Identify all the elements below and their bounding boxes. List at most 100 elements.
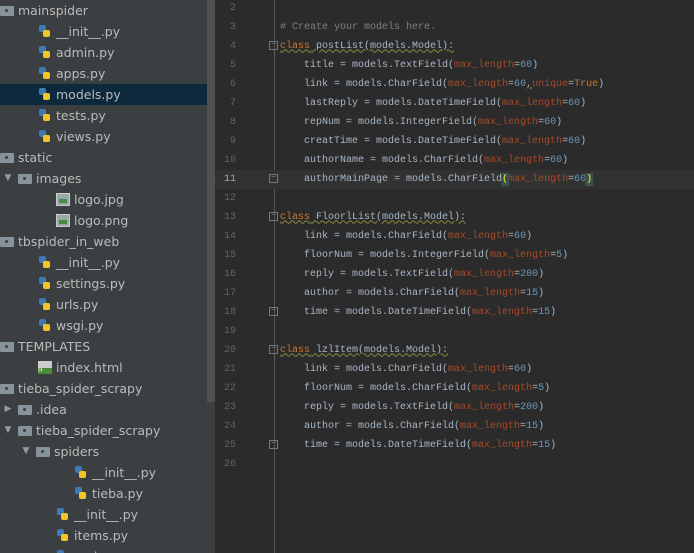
tree-item[interactable]: apps.py	[0, 63, 207, 84]
python-file-icon	[38, 24, 52, 38]
tree-item[interactable]: urls.py	[0, 294, 207, 315]
code-text: class FloorlList(models.Model):	[280, 208, 466, 227]
fold-icon[interactable]: −	[269, 306, 278, 316]
code-token: floorNum = models.CharField(	[280, 382, 473, 394]
tree-item[interactable]: tieba.py	[0, 483, 207, 504]
tree-item-label: items.py	[74, 527, 129, 543]
tree-item[interactable]: items.py	[0, 525, 207, 546]
code-line[interactable]: 11 − authorMainPage = models.CharField(ma…	[215, 169, 694, 189]
code-line[interactable]: 6 link = models.CharField(max_length=60,…	[215, 75, 694, 94]
folder-icon	[0, 384, 14, 394]
code-line[interactable]: 22 floorNum = models.CharField(max_lengt…	[215, 379, 694, 398]
tree-item[interactable]: views.py	[0, 126, 207, 147]
tree-item-label: models.py	[56, 86, 121, 102]
tree-item[interactable]: __init__.py	[0, 504, 207, 525]
code-line[interactable]: 23 reply = models.TextField(max_length=2…	[215, 398, 694, 417]
code-line[interactable]: 3 # Create your models here.	[215, 18, 694, 37]
fold-icon[interactable]: −	[269, 211, 278, 221]
python-file-icon	[56, 507, 70, 521]
tree-item[interactable]: tbspider_in_web	[0, 231, 207, 252]
line-number: 22	[223, 382, 236, 394]
code-line[interactable]: 24 author = models.CharField(max_length=…	[215, 417, 694, 436]
tree-item[interactable]: TEMPLATES	[0, 336, 207, 357]
tree-item[interactable]: tieba_spider_scrapy	[0, 378, 207, 399]
code-token: unique	[532, 78, 569, 90]
tree-item[interactable]: admin.py	[0, 42, 207, 63]
tree-item[interactable]: ▼ spiders	[0, 441, 207, 462]
code-line[interactable]: 5 title = models.TextField(max_length=60…	[215, 56, 694, 75]
tree-item[interactable]: index.html	[0, 357, 207, 378]
fold-icon[interactable]: −	[269, 344, 278, 354]
line-number: 8	[229, 116, 236, 128]
tree-item[interactable]: __init__.py	[0, 462, 207, 483]
code-line[interactable]: 19	[215, 322, 694, 341]
line-number: 7	[229, 97, 236, 109]
code-line[interactable]: 8 repNum = models.IntegerField(max_lengt…	[215, 113, 694, 132]
tree-item[interactable]: settings.py	[0, 273, 207, 294]
tree-item[interactable]: logo.jpg	[0, 189, 207, 210]
python-file-icon	[38, 297, 52, 311]
fold-icon[interactable]: −	[269, 40, 278, 50]
code-token: )	[562, 249, 569, 261]
code-token: )	[562, 154, 569, 166]
code-line[interactable]: 7 lastReply = models.DateTimeField(max_l…	[215, 94, 694, 113]
python-file-icon	[38, 108, 52, 122]
tree-item[interactable]: ▼ tieba_spider_scrapy	[0, 420, 207, 441]
code-line[interactable]: 18 − time = models.DateTimeField(max_leng…	[215, 303, 694, 322]
python-file-icon	[38, 276, 52, 290]
code-token: max_length	[454, 59, 515, 71]
code-text: repNum = models.IntegerField(max_length=…	[280, 113, 562, 132]
code-token: max_length	[478, 116, 539, 128]
code-line[interactable]: 20 − class lzlItem(models.Model):	[215, 341, 694, 360]
code-line[interactable]: 25 − time = models.DateTimeField(max_leng…	[215, 436, 694, 455]
folder-icon	[0, 6, 14, 16]
expand-arrow-icon[interactable]: ▼	[2, 173, 14, 183]
tree-item[interactable]: ▼ images	[0, 168, 207, 189]
tree-item[interactable]: wsgi.py	[0, 315, 207, 336]
line-number: 15	[223, 249, 236, 261]
code-token: 200	[520, 401, 539, 413]
code-line[interactable]: 12	[215, 189, 694, 208]
tree-item[interactable]: __init__.py	[0, 252, 207, 273]
code-line[interactable]: 16 reply = models.TextField(max_length=2…	[215, 265, 694, 284]
python-file-icon	[74, 486, 88, 500]
code-line[interactable]: 9 creatTime = models.DateTimeField(max_l…	[215, 132, 694, 151]
code-line[interactable]: 2	[215, 0, 694, 18]
folder-icon	[18, 174, 32, 184]
code-line[interactable]: 17 author = models.CharField(max_length=…	[215, 284, 694, 303]
tree-item-label: spiders	[54, 443, 100, 459]
code-line[interactable]: 13 − class FloorlList(models.Model):	[215, 208, 694, 227]
code-text: floorNum = models.CharField(max_length=5…	[280, 379, 550, 398]
expand-arrow-icon[interactable]: ▼	[20, 446, 32, 456]
tree-item[interactable]: main.py	[0, 546, 207, 553]
sidebar-scrollbar[interactable]	[207, 0, 215, 402]
code-token: )	[598, 78, 605, 90]
code-line[interactable]: 26	[215, 455, 694, 474]
code-token: )	[526, 230, 533, 242]
tree-item-label: __init__.py	[56, 254, 121, 270]
tree-item[interactable]: tests.py	[0, 105, 207, 126]
code-token: )	[526, 363, 533, 375]
code-line[interactable]: 4 − class postList(models.Model):	[215, 37, 694, 56]
expand-arrow-icon[interactable]: ▼	[2, 425, 14, 435]
tree-item[interactable]: ▶ .idea	[0, 399, 207, 420]
tree-item[interactable]: mainspider	[0, 0, 207, 21]
tree-item[interactable]: models.py	[0, 83, 207, 105]
code-token: max_length	[454, 401, 515, 413]
tree-item[interactable]: __init__.py	[0, 21, 207, 42]
collapse-arrow-icon[interactable]: ▶	[2, 404, 14, 414]
code-line[interactable]: 14 link = models.CharField(max_length=60…	[215, 227, 694, 246]
tree-item-label: tieba_spider_scrapy	[36, 422, 161, 438]
code-line[interactable]: 21 link = models.CharField(max_length=60…	[215, 360, 694, 379]
tree-item-label: TEMPLATES	[18, 338, 91, 354]
python-file-icon	[38, 66, 52, 80]
fold-icon[interactable]: −	[269, 173, 278, 183]
code-token: )	[538, 401, 545, 413]
fold-icon[interactable]: −	[269, 439, 278, 449]
code-token: max_length	[490, 249, 551, 261]
tree-item[interactable]: logo.png	[0, 210, 207, 231]
tree-item[interactable]: static	[0, 147, 207, 168]
code-line[interactable]: 10 authorName = models.CharField(max_len…	[215, 151, 694, 170]
code-line[interactable]: 15 floorNum = models.IntegerField(max_le…	[215, 246, 694, 265]
line-number: 13	[223, 211, 236, 223]
